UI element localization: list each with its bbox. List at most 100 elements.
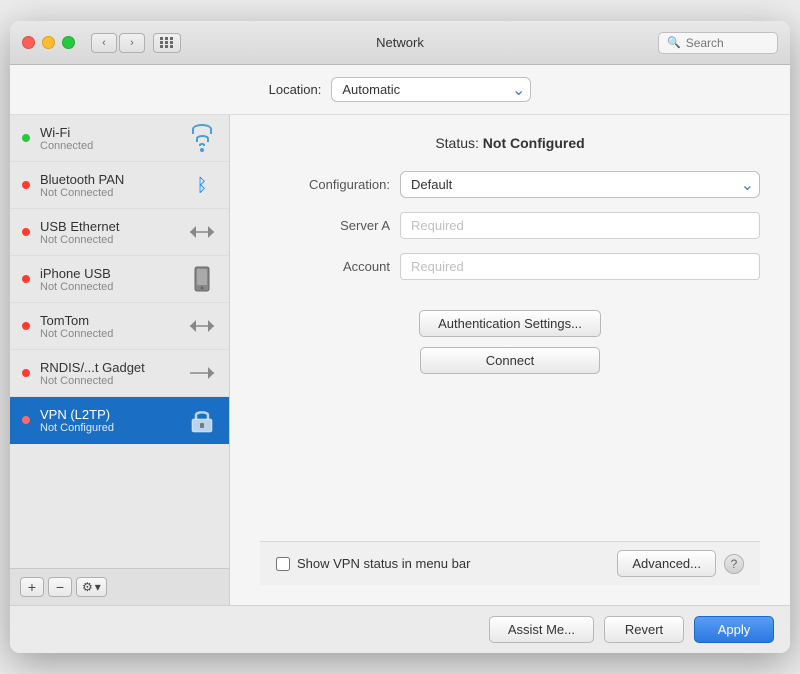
detail-panel: Status: Not Configured Configuration: De… [230,115,790,605]
sidebar-item-name-tomtom: TomTom [40,313,177,328]
sidebar-item-info-usb-ethernet: USB Ethernet Not Connected [40,219,177,246]
sidebar-item-bluetooth[interactable]: Bluetooth PAN Not Connected ᛒ [10,162,229,209]
sidebar-item-info-vpn: VPN (L2TP) Not Configured [40,407,177,434]
spacer [260,394,760,541]
location-select[interactable]: Automatic [331,77,531,102]
bottom-bar: Show VPN status in menu bar Advanced... … [260,541,760,585]
sidebar-item-name-usb-ethernet: USB Ethernet [40,219,177,234]
sidebar-item-status-vpn: Not Configured [40,422,177,434]
apply-button[interactable]: Apply [694,616,774,643]
bluetooth-icon: ᛒ [187,170,217,200]
status-dot-iphone-usb [22,275,30,283]
sidebar-item-info-rndis: RNDIS/...t Gadget Not Connected [40,360,177,387]
status-dot-usb-ethernet [22,228,30,236]
advanced-button[interactable]: Advanced... [617,550,716,577]
sidebar-item-name-vpn: VPN (L2TP) [40,407,177,422]
titlebar: ‹ › Network 🔍 [10,21,790,65]
sidebar-item-info-iphone-usb: iPhone USB Not Connected [40,266,177,293]
form-area: Configuration: Default ⌄ Server A [260,171,760,280]
grid-icon [160,37,174,48]
gear-icon: ⚙ [82,580,93,594]
account-input-wrapper [400,253,760,280]
status-dot-wifi [22,134,30,142]
search-icon: 🔍 [667,36,681,49]
search-input[interactable] [686,36,766,50]
status-text-label: Status: [435,135,482,151]
sidebar-item-name-rndis: RNDIS/...t Gadget [40,360,177,375]
location-label: Location: [269,82,322,97]
account-row: Account [260,253,760,280]
auth-settings-button[interactable]: Authentication Settings... [419,310,601,337]
phone-icon [187,264,217,294]
action-buttons: Authentication Settings... Connect [260,310,760,374]
server-input[interactable] [400,212,760,239]
add-network-button[interactable]: + [20,577,44,597]
status-dot-vpn [22,416,30,424]
back-button[interactable]: ‹ [91,33,117,53]
sidebar: Wi-Fi Connected [10,115,230,605]
sidebar-item-status-tomtom: Not Connected [40,328,177,340]
sidebar-footer: + − ⚙ ▾ [10,568,229,605]
configuration-select-wrapper: Default ⌄ [400,171,760,198]
status-dot-bluetooth [22,181,30,189]
sidebar-item-status-bluetooth: Not Connected [40,187,177,199]
nav-buttons: ‹ › [91,33,145,53]
sidebar-item-status-rndis: Not Connected [40,375,177,387]
sidebar-item-rndis[interactable]: RNDIS/...t Gadget Not Connected [10,350,229,397]
sidebar-item-usb-ethernet[interactable]: USB Ethernet Not Connected [10,209,229,256]
network-window: ‹ › Network 🔍 Location: Automatic ⌄ [10,21,790,653]
grid-button[interactable] [153,33,181,53]
sidebar-item-status-usb-ethernet: Not Connected [40,234,177,246]
sidebar-item-iphone-usb[interactable]: iPhone USB Not Connected [10,256,229,303]
sidebar-item-name-iphone-usb: iPhone USB [40,266,177,281]
sidebar-item-status-iphone-usb: Not Connected [40,281,177,293]
sidebar-item-wifi[interactable]: Wi-Fi Connected [10,115,229,162]
location-select-wrapper: Automatic ⌄ [331,77,531,102]
connect-button[interactable]: Connect [420,347,600,374]
status-line: Status: Not Configured [260,135,760,151]
status-dot-rndis [22,369,30,377]
configuration-label: Configuration: [260,177,390,192]
window-title: Network [376,35,424,50]
close-button[interactable] [22,36,35,49]
account-input[interactable] [400,253,760,280]
main-footer: Assist Me... Revert Apply [10,605,790,653]
location-bar: Location: Automatic ⌄ [10,65,790,115]
status-dot-tomtom [22,322,30,330]
sidebar-item-name-wifi: Wi-Fi [40,125,177,140]
configuration-select[interactable]: Default [400,171,760,198]
gear-chevron-icon: ▾ [95,580,101,594]
traffic-lights [22,36,75,49]
server-row: Server A [260,212,760,239]
show-vpn-checkbox-wrap: Show VPN status in menu bar [276,556,470,571]
lock-icon [187,405,217,435]
status-value: Not Configured [483,135,585,151]
configuration-row: Configuration: Default ⌄ [260,171,760,198]
maximize-button[interactable] [62,36,75,49]
sidebar-item-info-wifi: Wi-Fi Connected [40,125,177,152]
gear-button[interactable]: ⚙ ▾ [76,577,107,597]
remove-network-button[interactable]: − [48,577,72,597]
show-vpn-label[interactable]: Show VPN status in menu bar [297,556,470,571]
ethernet-icon-usb [187,217,217,247]
search-box[interactable]: 🔍 [658,32,778,54]
sidebar-item-status-wifi: Connected [40,140,177,152]
sidebar-item-info-tomtom: TomTom Not Connected [40,313,177,340]
ethernet-icon-rndis [187,358,217,388]
sidebar-item-vpn[interactable]: VPN (L2TP) Not Configured [10,397,229,444]
bottom-right: Advanced... ? [617,550,744,577]
sidebar-list: Wi-Fi Connected [10,115,229,568]
account-label: Account [260,259,390,274]
server-label: Server A [260,218,390,233]
server-input-wrapper [400,212,760,239]
show-vpn-checkbox[interactable] [276,557,290,571]
revert-button[interactable]: Revert [604,616,684,643]
wifi-icon [187,123,217,153]
main-content: Wi-Fi Connected [10,115,790,605]
help-button[interactable]: ? [724,554,744,574]
assist-me-button[interactable]: Assist Me... [489,616,594,643]
minimize-button[interactable] [42,36,55,49]
ethernet-icon-tomtom [187,311,217,341]
forward-button[interactable]: › [119,33,145,53]
sidebar-item-tomtom[interactable]: TomTom Not Connected [10,303,229,350]
